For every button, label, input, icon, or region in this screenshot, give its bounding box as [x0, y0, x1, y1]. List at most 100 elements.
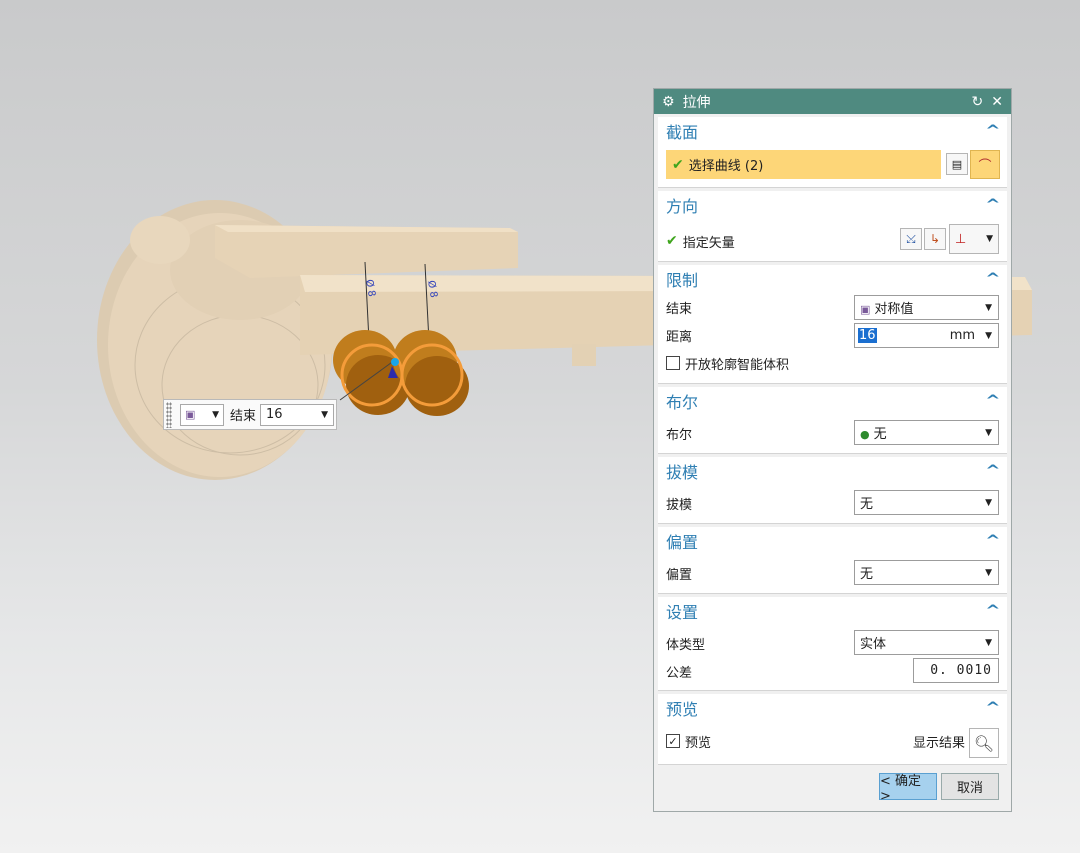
end-type-dropdown[interactable]: ▣ ▼ [180, 403, 224, 426]
chevron-up-icon[interactable]: ^ [986, 700, 1001, 716]
chevron-down-icon[interactable]: ▼ [985, 331, 992, 341]
check-icon: ✔ [666, 233, 678, 249]
preview-header[interactable]: 预览 ^ [658, 694, 1007, 722]
end-value: 对称值 [874, 302, 914, 317]
drag-grip[interactable] [166, 401, 172, 428]
gear-icon: ⚙ [662, 93, 675, 110]
draft-header[interactable]: 拔模 ^ [658, 457, 1007, 485]
select-curve-label: 选择曲线 (2) [688, 159, 764, 174]
chevron-down-icon: ▼ [985, 567, 992, 578]
chevron-up-icon[interactable]: ^ [986, 603, 1001, 619]
upper-arm [215, 225, 518, 278]
chevron-up-icon[interactable]: ^ [986, 393, 1001, 409]
chevron-down-icon[interactable]: ▼ [321, 410, 328, 420]
chevron-down-icon: ▼ [985, 497, 992, 508]
direction-title: 方向 [666, 197, 699, 216]
tolerance-input[interactable]: 0. 0010 [913, 658, 999, 683]
reverse-icon: ⤩ [906, 231, 916, 246]
show-result-button[interactable]: 🔍︎ [969, 728, 999, 758]
chevron-up-icon[interactable]: ^ [986, 463, 1001, 479]
chevron-down-icon: ▼ [212, 409, 219, 420]
boolean-title: 布尔 [666, 393, 699, 412]
settings-title: 设置 [666, 603, 699, 622]
end-row: 结束 ▣ 对称值 ▼ [658, 293, 1007, 321]
open-profile-label: 开放轮廓智能体积 [685, 357, 790, 373]
draft-title: 拔模 [666, 463, 699, 482]
chevron-up-icon[interactable]: ^ [986, 197, 1001, 213]
preview-row: ✓ 预览 显示结果 [658, 727, 1007, 755]
distance-unit: mm [949, 328, 976, 343]
limits-header[interactable]: 限制 ^ [658, 265, 1007, 293]
curve-select-button[interactable]: ⌒ [970, 150, 1000, 179]
tolerance-label: 公差 [666, 665, 693, 681]
sketch-section-button[interactable]: ▤ [946, 153, 968, 175]
reset-icon[interactable]: ↻ [972, 94, 984, 110]
cancel-button[interactable]: 取消 [941, 773, 999, 800]
body-type-label: 体类型 [666, 637, 706, 653]
draft-dropdown[interactable]: 无 ▼ [854, 490, 999, 515]
offset-section: 偏置 ^ 偏置 无 ▼ [658, 527, 1007, 593]
boolean-section: 布尔 ^ 布尔 ● 无 ▼ [658, 387, 1007, 453]
reverse-direction-button[interactable]: ⤩ [900, 228, 922, 250]
preview-label: 预览 [685, 735, 712, 751]
distance-input[interactable]: 16 mm ▼ [854, 323, 999, 348]
close-icon[interactable]: ✕ [991, 94, 1003, 110]
vector-type-dropdown[interactable]: ⊥ ▼ [949, 224, 999, 254]
offset-title: 偏置 [666, 533, 699, 552]
section-header[interactable]: 截面 ^ [658, 117, 1007, 145]
offset-dropdown[interactable]: 无 ▼ [854, 560, 999, 585]
end-label: 结束 [666, 301, 693, 317]
open-profile-checkbox[interactable] [666, 356, 680, 370]
curve-icon: ⌒ [978, 159, 992, 174]
select-curve-field[interactable]: ✔ 选择曲线 (2) [666, 150, 941, 179]
chevron-down-icon: ▼ [986, 234, 993, 244]
settings-header[interactable]: 设置 ^ [658, 597, 1007, 625]
magnifier-icon: 🔍︎ [973, 733, 995, 753]
direction-header[interactable]: 方向 ^ [658, 191, 1007, 219]
distance-row: 距离 16 mm ▼ [658, 321, 1007, 349]
direction-section: 方向 ^ ✔ 指定矢量 ⤩ ↳ ⊥ ▼ [658, 191, 1007, 261]
chevron-up-icon[interactable]: ^ [986, 271, 1001, 287]
chevron-down-icon: ▼ [985, 427, 992, 438]
limits-section: 限制 ^ 结束 ▣ 对称值 ▼ 距离 16 mm ▼ 开放轮廓智能体积 [658, 265, 1007, 383]
tolerance-row: 公差 0. 0010 [658, 657, 1007, 685]
distance-label: 距离 [666, 329, 693, 345]
boolean-row: 布尔 ● 无 ▼ [658, 419, 1007, 447]
end-value-field[interactable]: 16 ▼ [260, 403, 335, 426]
offset-header[interactable]: 偏置 ^ [658, 527, 1007, 555]
dialog-title: 拉伸 [682, 94, 711, 111]
preview-checkbox[interactable]: ✓ [666, 734, 680, 748]
chevron-down-icon: ▼ [985, 637, 992, 648]
boolean-dropdown[interactable]: ● 无 ▼ [854, 420, 999, 445]
origin-point[interactable] [391, 358, 399, 366]
limits-title: 限制 [666, 271, 699, 290]
symmetric-value-icon: ▣ [860, 303, 871, 316]
draft-label: 拔模 [666, 497, 693, 513]
dialog-titlebar[interactable]: ⚙ 拉伸 ↻ ✕ [654, 89, 1011, 114]
body-type-row: 体类型 实体 ▼ [658, 629, 1007, 657]
offset-value: 无 [860, 567, 874, 582]
arm-tab [572, 344, 596, 366]
body-type-dropdown[interactable]: 实体 ▼ [854, 630, 999, 655]
section-section: 截面 ^ ✔ 选择曲线 (2) ▤ ⌒ [658, 117, 1007, 187]
show-result-label: 显示结果 [912, 735, 965, 751]
upper-arm-top [215, 225, 518, 232]
chevron-up-icon[interactable]: ^ [986, 533, 1001, 549]
ok-button[interactable]: < 确定 > [879, 773, 937, 804]
distance-value: 16 [858, 328, 877, 343]
chevron-up-icon[interactable]: ^ [986, 123, 1001, 139]
end-dropdown[interactable]: ▣ 对称值 ▼ [854, 295, 999, 320]
vector-dialog-button[interactable]: ↳ [924, 228, 946, 250]
on-canvas-toolbar: ▣ ▼ 结束 16 ▼ [163, 399, 337, 430]
offset-row: 偏置 无 ▼ [658, 559, 1007, 587]
draft-value: 无 [860, 497, 874, 512]
boolean-label: 布尔 [666, 427, 693, 443]
preview-title: 预览 [666, 700, 699, 719]
offset-label: 偏置 [666, 567, 693, 583]
chevron-down-icon: ▼ [985, 302, 992, 313]
boolean-header[interactable]: 布尔 ^ [658, 387, 1007, 415]
settings-section: 设置 ^ 体类型 实体 ▼ 公差 0. 0010 [658, 597, 1007, 690]
draft-row: 拔模 无 ▼ [658, 489, 1007, 517]
sketch-icon: ▤ [951, 157, 963, 171]
body-type-value: 实体 [860, 637, 887, 652]
